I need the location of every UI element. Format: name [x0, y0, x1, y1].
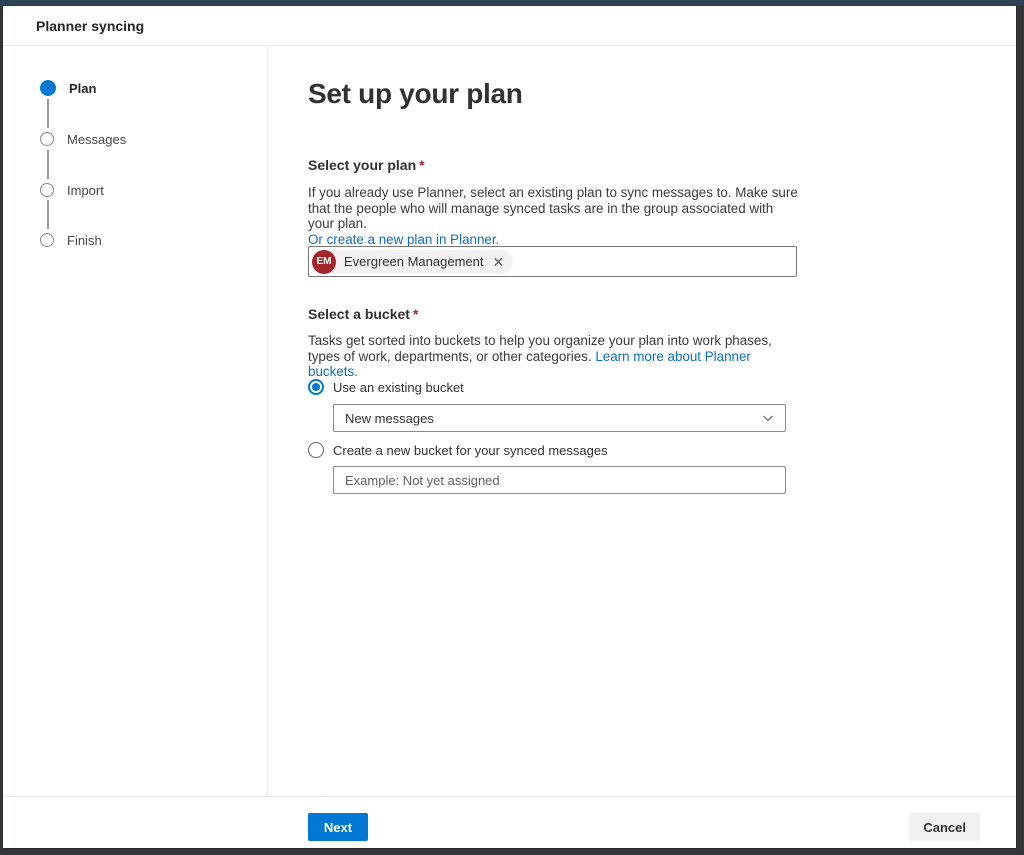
cancel-button[interactable]: Cancel	[909, 813, 980, 841]
step-indicator-icon	[40, 132, 54, 146]
new-bucket-name-input[interactable]	[333, 466, 786, 494]
radio-label: Create a new bucket for your synced mess…	[333, 443, 608, 458]
selected-plan-name: Evergreen Management	[336, 254, 490, 269]
radio-label: Use an existing bucket	[333, 380, 464, 395]
step-connector	[47, 200, 49, 229]
dialog-title: Planner syncing	[36, 18, 144, 34]
radio-unselected-icon	[308, 442, 324, 458]
radio-selected-icon	[308, 379, 324, 395]
select-plan-description-text: If you already use Planner, select an ex…	[308, 185, 798, 231]
step-plan[interactable]: Plan	[40, 80, 96, 96]
select-bucket-description: Tasks get sorted into buckets to help yo…	[308, 333, 802, 380]
planner-syncing-dialog: Planner syncing Plan Messages Import Fin…	[3, 6, 1016, 848]
plan-picker-input[interactable]: EM Evergreen Management ✕	[308, 246, 797, 277]
bucket-dropdown-value: New messages	[345, 411, 434, 426]
step-connector	[47, 150, 49, 179]
selected-plan-tag: EM Evergreen Management ✕	[312, 250, 513, 274]
step-label: Finish	[67, 233, 102, 248]
step-label: Plan	[69, 81, 96, 96]
step-connector	[47, 99, 49, 128]
step-indicator-icon	[40, 183, 54, 197]
step-indicator-filled-icon	[40, 80, 56, 96]
wizard-stepper: Plan Messages Import Finish	[3, 47, 268, 796]
step-label: Import	[67, 183, 104, 198]
page-title: Set up your plan	[308, 78, 523, 110]
step-import[interactable]: Import	[40, 182, 104, 198]
step-finish[interactable]: Finish	[40, 232, 102, 248]
dialog-header: Planner syncing	[3, 6, 1016, 46]
required-marker: *	[419, 157, 424, 173]
next-button[interactable]: Next	[308, 813, 368, 841]
chevron-down-icon	[762, 412, 774, 424]
select-plan-label: Select your plan*	[308, 157, 425, 173]
plan-avatar: EM	[312, 250, 336, 274]
select-plan-description: If you already use Planner, select an ex…	[308, 185, 802, 247]
radio-existing-bucket[interactable]: Use an existing bucket	[308, 378, 464, 396]
step-indicator-icon	[40, 233, 54, 247]
select-plan-label-text: Select your plan	[308, 157, 416, 173]
dialog-body: Plan Messages Import Finish Set up your …	[3, 47, 1016, 796]
bucket-dropdown[interactable]: New messages	[333, 404, 786, 432]
dialog-footer: Next Cancel	[3, 796, 1016, 848]
select-bucket-label: Select a bucket*	[308, 306, 418, 322]
step-messages[interactable]: Messages	[40, 131, 126, 147]
step-label: Messages	[67, 132, 126, 147]
select-bucket-label-text: Select a bucket	[308, 306, 410, 322]
remove-plan-icon[interactable]: ✕	[490, 255, 513, 269]
radio-new-bucket[interactable]: Create a new bucket for your synced mess…	[308, 441, 608, 459]
required-marker: *	[413, 306, 418, 322]
